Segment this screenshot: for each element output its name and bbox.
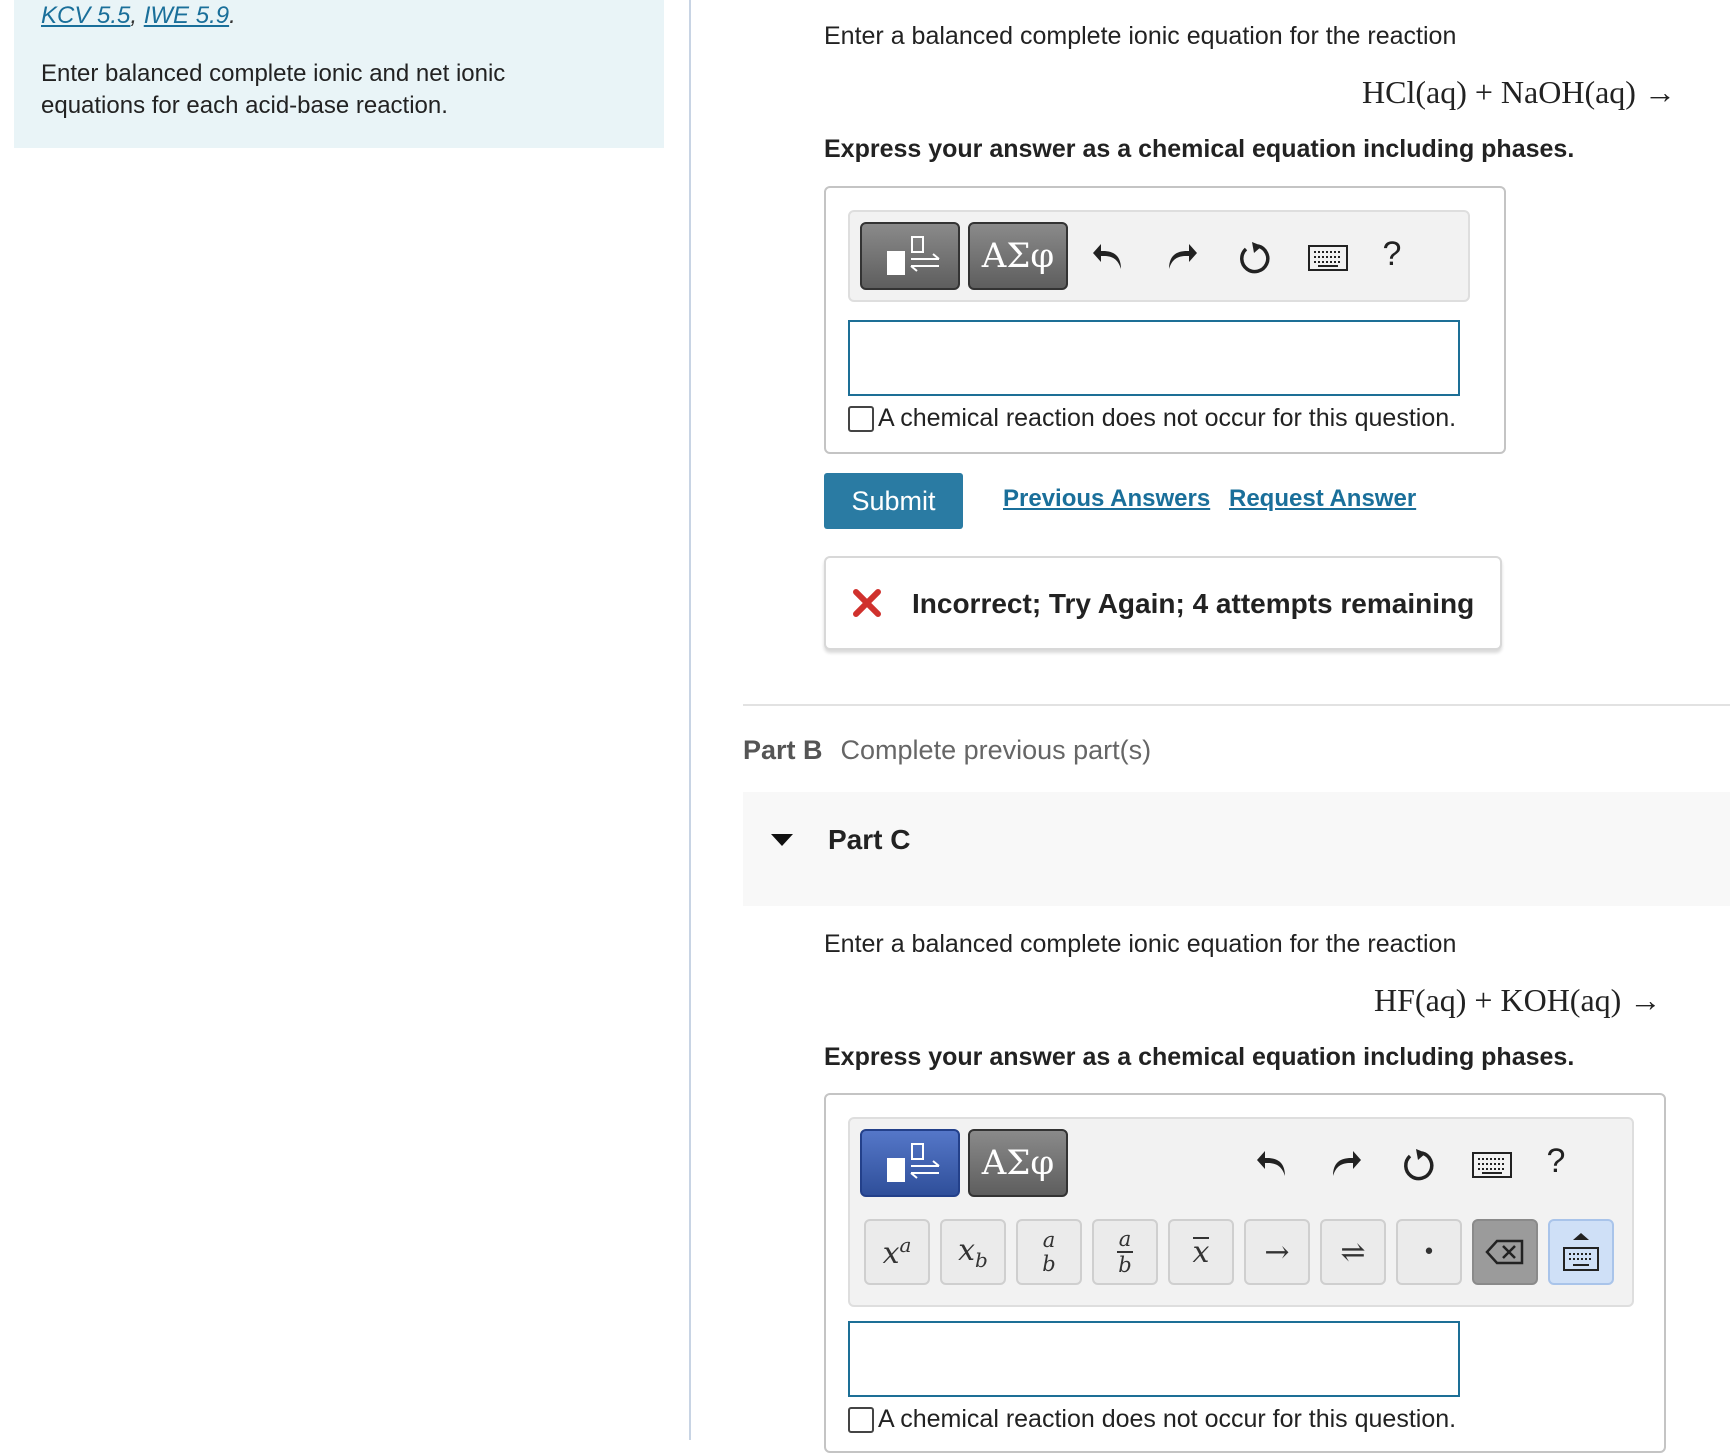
equilibrium-arrow-key[interactable]: ⇌ (1320, 1219, 1386, 1285)
request-answer-link[interactable]: Request Answer (1229, 485, 1416, 513)
keyboard-icon[interactable] (1306, 236, 1350, 280)
subscript-key[interactable]: xb (940, 1219, 1006, 1285)
fraction-bar-bottom: b (1118, 1253, 1132, 1277)
partC-no-reaction-label: A chemical reaction does not occur for t… (878, 1405, 1457, 1433)
undo-icon[interactable] (1250, 1141, 1294, 1185)
fraction-bar-top: a (1116, 1227, 1134, 1253)
ref-separator: , (130, 2, 138, 29)
column-divider (689, 0, 691, 1440)
collapse-triangle-icon[interactable] (769, 832, 795, 848)
partC-toolbar: ΑΣφ ? xa xb ab ab x → ⇌ • (848, 1117, 1634, 1307)
templates-icon (887, 236, 940, 275)
greek-symbols-label: ΑΣφ (981, 1143, 1055, 1183)
incorrect-x-icon (853, 589, 881, 617)
section-divider (743, 704, 1730, 706)
partC-answer-input[interactable] (848, 1321, 1460, 1397)
partA-answer-box: ΑΣφ ? A chemical reaction does not occur… (824, 186, 1506, 454)
partC-express-instruction: Express your answer as a chemical equati… (824, 1043, 1575, 1071)
partA-prompt: Enter a balanced complete ionic equation… (824, 22, 1457, 50)
partA-toolbar: ΑΣφ ? (848, 210, 1470, 302)
fraction-key[interactable]: ab (1016, 1219, 1082, 1285)
partB-header: Part B Complete previous part(s) (743, 735, 1151, 766)
partA-express-instruction: Express your answer as a chemical equati… (824, 135, 1575, 163)
ref-link-kcv[interactable]: KCV 5.5 (41, 2, 130, 29)
equilibrium-arrow-label: ⇌ (1340, 1234, 1366, 1270)
reaction-arrow-label: → (1264, 1234, 1290, 1270)
keyboard-icon[interactable] (1470, 1143, 1514, 1187)
templates-button[interactable] (860, 1129, 960, 1197)
greek-symbols-button[interactable]: ΑΣφ (968, 222, 1068, 290)
fraction-bottom: b (1042, 1252, 1056, 1276)
fraction-bar-key[interactable]: ab (1092, 1219, 1158, 1285)
reset-icon[interactable] (1232, 236, 1276, 280)
partA-no-reaction-label: A chemical reaction does not occur for t… (878, 404, 1457, 432)
ref-link-iwe[interactable]: IWE 5.9 (144, 2, 229, 29)
submit-button[interactable]: Submit (824, 473, 963, 529)
problem-intro-panel: KCV 5.5, IWE 5.9. Enter balanced complet… (14, 0, 664, 148)
backspace-icon (1485, 1239, 1524, 1265)
subscript-sub: b (975, 1247, 988, 1272)
reset-icon[interactable] (1396, 1143, 1440, 1187)
undo-icon[interactable] (1086, 234, 1130, 278)
partA-no-reaction-checkbox[interactable] (848, 405, 874, 432)
superscript-base: x (882, 1236, 900, 1271)
previous-answers-link[interactable]: Previous Answers (1003, 485, 1210, 513)
greek-symbols-label: ΑΣφ (981, 236, 1055, 276)
reaction-arrow-key[interactable]: → (1244, 1219, 1310, 1285)
partC-no-reaction-checkbox[interactable] (848, 1406, 874, 1433)
dot-label: • (1422, 1239, 1436, 1265)
feedback-box: Incorrect; Try Again; 4 attempts remaini… (824, 556, 1502, 650)
partA-answer-input[interactable] (848, 320, 1460, 396)
keyboard-collapse-icon (1563, 1233, 1599, 1271)
partA-equation: HCl(aq) + NaOH(aq) → (1362, 74, 1676, 110)
fraction-top: a (1042, 1228, 1056, 1252)
redo-icon[interactable] (1324, 1141, 1368, 1185)
superscript-key[interactable]: xa (864, 1219, 930, 1285)
backspace-key[interactable] (1472, 1219, 1538, 1285)
feedback-message: Incorrect; Try Again; 4 attempts remaini… (912, 588, 1475, 619)
overbar-label: x (1192, 1235, 1210, 1270)
partC-prompt: Enter a balanced complete ionic equation… (824, 930, 1457, 958)
help-button[interactable]: ? (1534, 1139, 1578, 1183)
partA-no-reaction-row[interactable]: A chemical reaction does not occur for t… (848, 404, 1456, 433)
partB-status: Complete previous part(s) (840, 735, 1152, 765)
dot-key[interactable]: • (1396, 1219, 1462, 1285)
templates-button[interactable] (860, 222, 960, 290)
references: KCV 5.5, IWE 5.9. (41, 2, 236, 30)
help-label: ? (1546, 1141, 1566, 1180)
greek-symbols-button[interactable]: ΑΣφ (968, 1129, 1068, 1197)
partB-label: Part B (743, 735, 823, 765)
ref-end: . (229, 2, 236, 29)
superscript-exp: a (899, 1233, 912, 1257)
partC-equation: HF(aq) + KOH(aq) → (1374, 982, 1662, 1018)
help-label: ? (1382, 234, 1402, 273)
help-button[interactable]: ? (1370, 232, 1414, 276)
redo-icon[interactable] (1160, 234, 1204, 278)
partC-no-reaction-row[interactable]: A chemical reaction does not occur for t… (848, 1405, 1456, 1434)
partC-header[interactable]: Part C (743, 792, 1730, 906)
partC-answer-box: ΑΣφ ? xa xb ab ab x → ⇌ • A chemical rea… (824, 1093, 1666, 1453)
problem-instructions: Enter balanced complete ionic and net io… (41, 60, 506, 119)
subscript-base: x (958, 1232, 976, 1268)
partC-label: Part C (828, 824, 911, 855)
hide-keyboard-key[interactable] (1548, 1219, 1614, 1285)
templates-icon (887, 1143, 940, 1182)
overbar-key[interactable]: x (1168, 1219, 1234, 1285)
